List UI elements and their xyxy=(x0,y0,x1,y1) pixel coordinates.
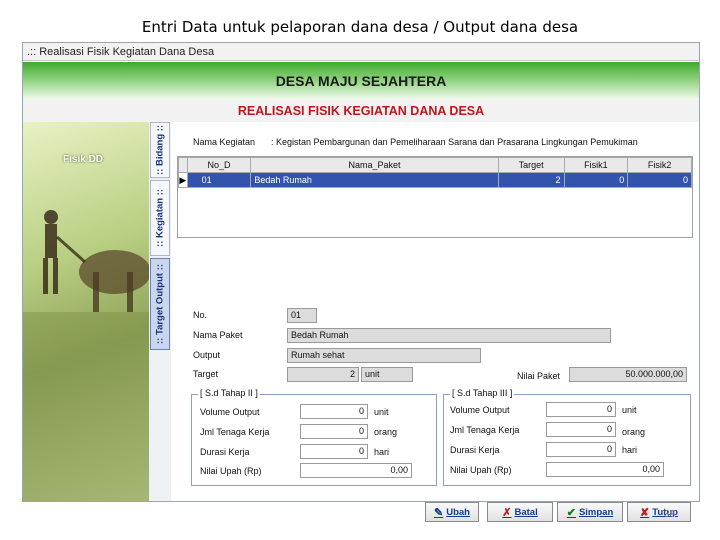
cell-nama-paket[interactable]: Bedah Rumah xyxy=(250,172,499,188)
form-title: REALISASI FISIK KEGIATAN DANA DESA xyxy=(237,104,485,118)
sidebar-image: Fisik DD xyxy=(23,122,149,501)
output-label: Output xyxy=(193,350,221,360)
t3-durasi-field[interactable]: 0 xyxy=(546,442,616,457)
t3-volume-label: Volume Output xyxy=(450,405,510,415)
table-row[interactable]: ▶ 01 Bedah Rumah 2 0 0 xyxy=(178,172,692,188)
app-window: .:: Realisasi Fisik Kegiatan Dana Desa D… xyxy=(22,42,700,522)
tahap-ii-group: [ S.d Tahap II ] Volume Output 0 unit Jm… xyxy=(191,388,437,486)
cell-no[interactable]: 01 xyxy=(186,172,252,188)
t2-durasi-field[interactable]: 0 xyxy=(300,444,368,459)
t3-upah-field[interactable]: 0,00 xyxy=(546,462,664,477)
farmer-illustration xyxy=(23,210,149,501)
nilai-paket-label: Nilai Paket xyxy=(517,371,561,381)
cell-fisik2[interactable]: 0 xyxy=(627,172,692,188)
tab-target-output[interactable]: :: Target Output :: xyxy=(150,258,170,350)
grid-header-row: No_D Nama_Paket Target Fisik1 Fisik2 xyxy=(178,157,692,173)
target-label: Target xyxy=(193,369,219,379)
t2-upah-label: Nilai Upah (Rp) xyxy=(200,466,262,476)
no-label: No. xyxy=(193,310,208,320)
tutup-button[interactable]: ✘ Tutup xyxy=(627,502,691,522)
t2-volume-field[interactable]: 0 xyxy=(300,404,368,419)
target-output-panel: Nama Kegiatan : Kegistan Pembargunan dan… xyxy=(171,122,699,522)
tab-bidang[interactable]: :: Bidang :: xyxy=(150,122,170,178)
t2-tenaga-unit: orang xyxy=(374,427,398,437)
grid-indicator-header xyxy=(178,157,188,173)
t2-durasi-label: Durasi Kerja xyxy=(200,447,250,457)
target-unit-field[interactable]: unit xyxy=(361,367,413,382)
t2-durasi-unit: hari xyxy=(374,447,390,457)
nama-kegiatan-label: Nama Kegiatan xyxy=(193,137,256,147)
nilai-paket-field[interactable]: 50.000.000,00 xyxy=(569,367,687,382)
sidebar-title: Fisik DD xyxy=(63,154,104,165)
t3-volume-field[interactable]: 0 xyxy=(546,402,616,417)
batal-label: Batal xyxy=(514,506,538,518)
window-title: .:: Realisasi Fisik Kegiatan Dana Desa xyxy=(23,43,699,61)
simpan-button[interactable]: ✔ Simpan xyxy=(557,502,623,522)
vertical-tabs: :: Bidang :: :: Kegiatan :: :: Target Ou… xyxy=(149,122,172,501)
t3-tenaga-field[interactable]: 0 xyxy=(546,422,616,437)
grid-col-fisik2[interactable]: Fisik2 xyxy=(627,157,692,173)
t2-volume-label: Volume Output xyxy=(200,407,260,417)
nama-paket-label: Nama Paket xyxy=(193,330,243,340)
t3-upah-label: Nilai Upah (Rp) xyxy=(450,465,512,475)
t3-durasi-unit: hari xyxy=(622,445,638,455)
target-field[interactable]: 2 xyxy=(287,367,359,382)
form-subheader: REALISASI FISIK KEGIATAN DANA DESA xyxy=(23,100,699,123)
tab-kegiatan[interactable]: :: Kegiatan :: xyxy=(150,180,170,256)
tahap-iii-group: [ S.d Tahap III ] Volume Output 0 unit J… xyxy=(443,388,691,486)
output-field[interactable]: Rumah sehat xyxy=(287,348,481,363)
cell-fisik1[interactable]: 0 xyxy=(563,172,629,188)
t3-volume-unit: unit xyxy=(622,405,637,415)
t2-tenaga-field[interactable]: 0 xyxy=(300,424,368,439)
t3-tenaga-label: Jml Tenaga Kerja xyxy=(450,425,520,435)
nama-kegiatan-value: : Kegistan Pembargunan dan Pemeliharaan … xyxy=(271,137,638,147)
t2-upah-field[interactable]: 0,00 xyxy=(300,463,412,478)
grid-col-fisik1[interactable]: Fisik1 xyxy=(563,157,629,173)
cell-target[interactable]: 2 xyxy=(497,172,565,188)
cancel-icon: ✗ xyxy=(502,506,512,519)
ubah-button[interactable]: ✎ Ubah xyxy=(425,502,479,522)
nama-paket-field[interactable]: Bedah Rumah xyxy=(287,328,611,343)
t3-tenaga-unit: orang xyxy=(622,427,646,437)
simpan-label: Simpan xyxy=(578,506,614,518)
edit-icon: ✎ xyxy=(434,506,444,519)
slide-title: Entri Data untuk pelaporan dana desa / O… xyxy=(141,18,579,36)
close-icon: ✘ xyxy=(640,506,650,519)
grid-col-target[interactable]: Target xyxy=(497,157,565,173)
paket-grid[interactable]: No_D Nama_Paket Target Fisik1 Fisik2 ▶ 0… xyxy=(177,156,693,238)
ubah-label: Ubah xyxy=(446,506,470,518)
tahap-iii-title: [ S.d Tahap III ] xyxy=(450,388,515,398)
t3-durasi-label: Durasi Kerja xyxy=(450,445,500,455)
app-header: DESA MAJU SEJAHTERA xyxy=(23,62,699,100)
grid-col-nama[interactable]: Nama_Paket xyxy=(250,157,499,173)
check-icon: ✔ xyxy=(566,506,576,519)
village-name: DESA MAJU SEJAHTERA xyxy=(275,73,447,89)
row-indicator-icon: ▶ xyxy=(178,172,188,188)
no-field[interactable]: 01 xyxy=(287,308,317,323)
batal-button[interactable]: ✗ Batal xyxy=(487,502,553,522)
t2-volume-unit: unit xyxy=(374,407,389,417)
t2-tenaga-label: Jml Tenaga Kerja xyxy=(200,427,270,437)
grid-col-no[interactable]: No_D xyxy=(186,157,252,173)
tahap-ii-title: [ S.d Tahap II ] xyxy=(198,388,260,398)
page-number: 38 xyxy=(664,509,676,520)
